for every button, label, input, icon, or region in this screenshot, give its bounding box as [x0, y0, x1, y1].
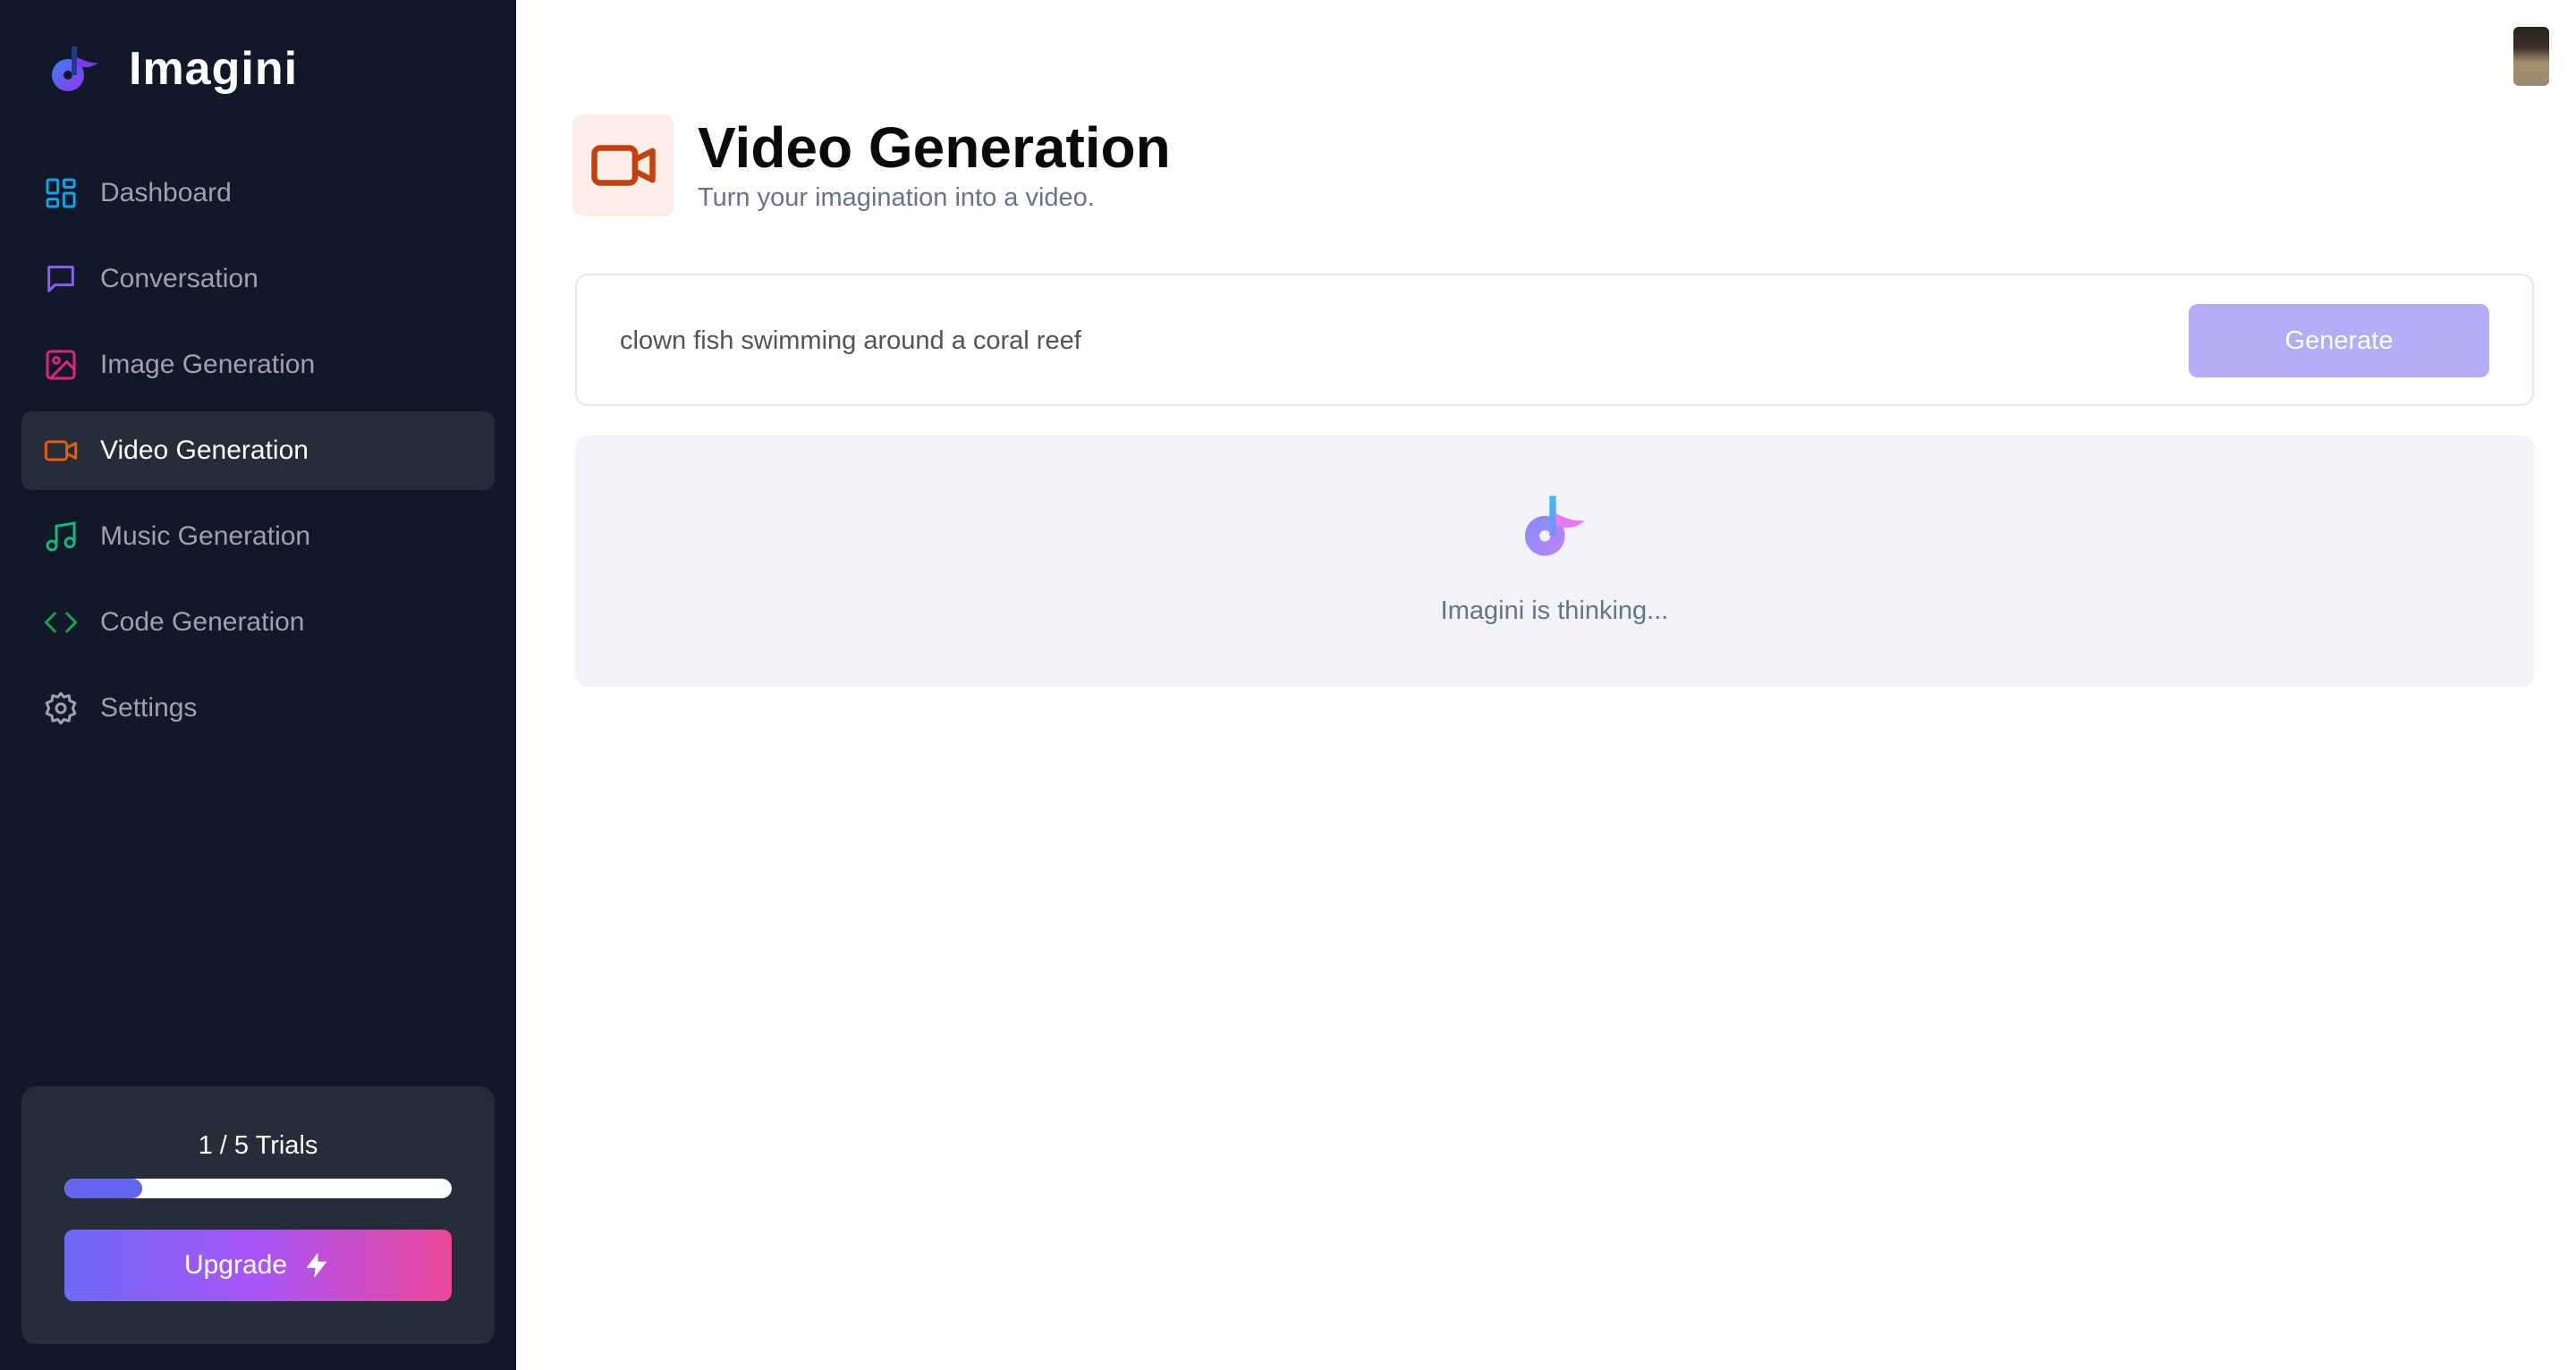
sidebar-item-label: Conversation — [100, 264, 258, 293]
video-icon — [44, 440, 78, 461]
sidebar-item-image-generation[interactable]: Image Generation — [21, 326, 495, 404]
user-avatar[interactable] — [2513, 27, 2549, 86]
sidebar: Imagini Dashboard Conversation Image Gen… — [0, 0, 516, 1370]
loading-panel: Imagini is thinking... — [575, 436, 2534, 687]
sidebar-item-settings[interactable]: Settings — [21, 669, 495, 748]
sidebar-item-conversation[interactable]: Conversation — [21, 240, 495, 318]
upgrade-label: Upgrade — [183, 1250, 288, 1280]
sidebar-item-dashboard[interactable]: Dashboard — [21, 154, 495, 233]
sidebar-item-label: Code Generation — [100, 607, 305, 637]
loading-status: Imagini is thinking... — [1440, 596, 1669, 625]
chat-icon — [47, 266, 74, 292]
sidebar-item-label: Dashboard — [100, 178, 232, 207]
trial-card: 1 / 5 Trials Upgrade — [21, 1087, 495, 1344]
dashboard-icon — [46, 178, 76, 208]
upgrade-button[interactable]: Upgrade — [64, 1230, 452, 1301]
app-logo[interactable]: Imagini — [45, 39, 298, 98]
lightning-icon — [306, 1252, 327, 1279]
prompt-input[interactable] — [620, 317, 2140, 365]
sidebar-item-code-generation[interactable]: Code Generation — [21, 583, 495, 662]
code-icon — [44, 612, 78, 633]
imagini-logo-icon — [52, 47, 98, 91]
app-name: Imagini — [129, 43, 299, 95]
gear-icon — [45, 691, 77, 725]
page-icon — [572, 114, 674, 216]
video-icon — [591, 145, 656, 186]
sidebar-nav: Dashboard Conversation Image Generation … — [21, 154, 495, 755]
generate-button[interactable]: Generate — [2189, 304, 2489, 377]
trial-progress-fill — [64, 1179, 142, 1198]
sidebar-item-label: Image Generation — [100, 350, 316, 379]
page-title: Video Generation — [698, 115, 1171, 180]
imagini-loader-icon — [1524, 495, 1586, 556]
trial-counter: 1 / 5 Trials — [198, 1131, 318, 1160]
image-icon — [46, 350, 76, 380]
sidebar-item-music-generation[interactable]: Music Generation — [21, 497, 495, 576]
prompt-form: Generate — [575, 274, 2534, 406]
sidebar-item-label: Video Generation — [100, 436, 309, 465]
sidebar-item-label: Settings — [100, 693, 198, 723]
music-icon — [46, 521, 76, 552]
page-subtitle: Turn your imagination into a video. — [698, 183, 1095, 212]
trial-progress-bar — [64, 1179, 452, 1198]
sidebar-item-video-generation[interactable]: Video Generation — [21, 411, 495, 490]
sidebar-item-label: Music Generation — [100, 521, 311, 551]
